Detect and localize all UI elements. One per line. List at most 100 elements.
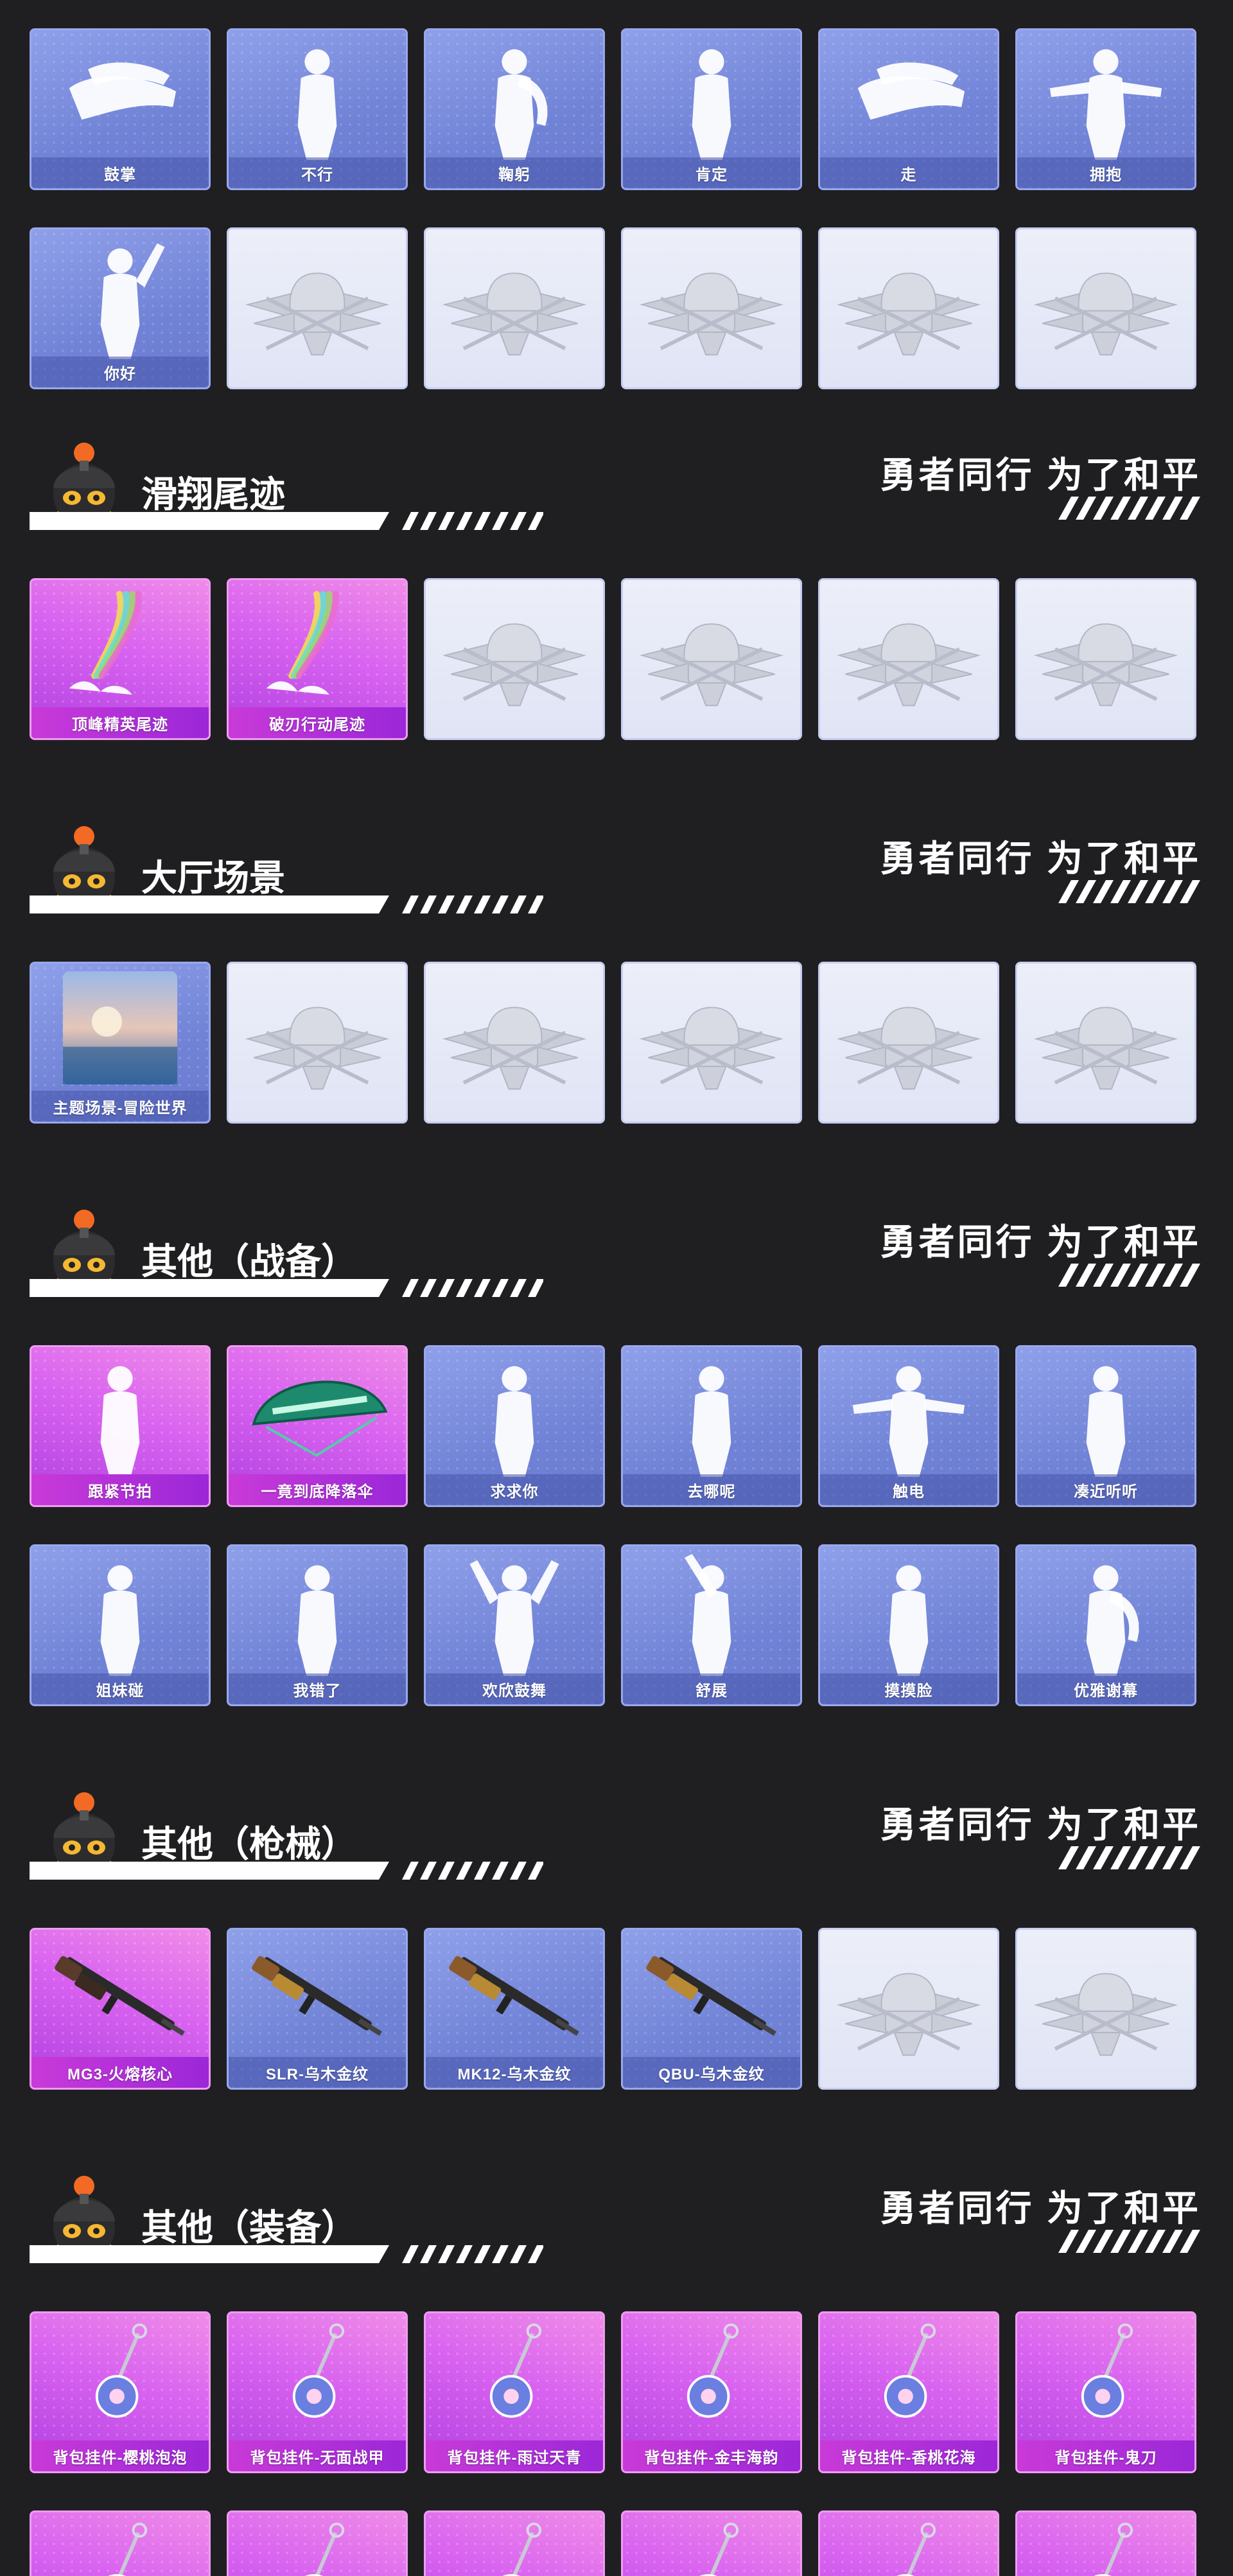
bag-charm-icon [292,2323,345,2418]
dance-figure-icon [100,1366,140,1477]
stretch-figure-icon [684,1553,731,1676]
placeholder-tile [621,578,802,740]
item-row: 你好 [30,227,1212,389]
item-tile[interactable]: 摸摸脸 [818,1544,999,1706]
item-label: 凑近听听 [1017,1474,1194,1505]
helmet-emblem-icon [1033,623,1178,707]
head-shake-icon [297,49,337,160]
item-tile[interactable]: 背包挂件-燕燕于飞 [621,2510,802,2576]
helmet-emblem-icon [245,1007,390,1090]
item-label: 摸摸脸 [820,1673,997,1704]
item-tile[interactable]: 一竟到底降落伞 [227,1345,408,1507]
rifle-icon [252,1956,382,2036]
item-row: 主题场景-冒险世界 [30,962,1212,1124]
item-row: 跟紧节拍 一竟到底降落伞 求求你 去哪呢 触电 凑近听听 [30,1345,1212,1507]
item-tile[interactable]: 背包挂件-云朵鹅 [30,2510,211,2576]
helmet-emblem-icon [639,623,784,707]
helmet-emblem-icon [836,623,981,707]
item-tile[interactable]: 鼓掌 [30,28,211,190]
item-tile[interactable]: 背包挂件-香桃花海 [818,2311,999,2473]
rifle-icon [449,1956,579,2036]
glide-trail-icon [69,590,142,695]
slogan-stripes [1058,1846,1200,1869]
item-row: 背包挂件-樱桃泡泡 背包挂件-无面战甲 背包挂件-雨过天青 背包挂件-金丰海韵 背包挂件… [30,2311,1212,2473]
item-row: 顶峰精英尾迹 破刃行动尾迹 [30,578,1212,740]
wave-hello-icon [100,243,165,359]
bag-charm-icon [896,2522,936,2576]
item-tile[interactable]: 背包挂件-鬼刀 [1015,2311,1196,2473]
item-tile[interactable]: 舒展 [621,1544,802,1706]
bag-charm-icon [884,2323,936,2418]
bow-icon [494,49,548,160]
item-label: 背包挂件-鬼刀 [1017,2440,1194,2471]
item-tile[interactable]: 肯定 [621,28,802,190]
item-label: 姐妹碰 [31,1673,209,1704]
item-tile[interactable]: 背包挂件-幻彩电音 [1015,2510,1196,2576]
item-tile[interactable]: 背包挂件-紫幽梦 [818,2510,999,2576]
item-label: 顶峰精英尾迹 [31,707,209,738]
placeholder-tile [818,962,999,1124]
clapping-hands-icon [69,62,177,120]
item-tile[interactable]: 我错了 [227,1544,408,1706]
bag-charm-icon [95,2323,148,2418]
item-tile[interactable]: 优雅谢幕 [1015,1544,1196,1706]
item-tile[interactable]: 跟紧节拍 [30,1345,211,1507]
helmet-emblem-icon [836,1973,981,2056]
bag-charm-icon [1094,2522,1133,2576]
item-tile[interactable]: 你好 [30,227,211,389]
item-row: 背包挂件-云朵鹅背包挂件-荒原烈焰背包挂件-你好鹅背包挂件-燕燕于飞背包挂件-紫… [30,2510,1212,2576]
item-label: 跟紧节拍 [31,1474,209,1505]
helmet-emblem-icon [1033,1007,1178,1090]
bag-charm-icon [305,2522,345,2576]
item-label: 肯定 [623,157,800,188]
item-tile[interactable]: 不行 [227,28,408,190]
item-label: SLR-乌木金纹 [229,2057,406,2088]
bag-charm-icon [489,2323,542,2418]
section-header: 其他（战备） 勇者同行 为了和平 [0,1194,1233,1310]
item-tile[interactable]: MK12-乌木金纹 [424,1928,605,2090]
item-tile[interactable]: MG3-火熔核心 [30,1928,211,2090]
placeholder-tile [1015,227,1196,389]
item-label: 去哪呢 [623,1474,800,1505]
slogan-text: 勇者同行 为了和平 [880,1804,1201,1845]
lobby-scene-icon [62,971,178,1085]
item-tile[interactable]: 背包挂件-无面战甲 [227,2311,408,2473]
item-tile[interactable]: 鞠躬 [424,28,605,190]
shrug-figure-icon [692,1366,731,1477]
placeholder-tile [621,962,802,1124]
item-tile[interactable]: 背包挂件-樱桃泡泡 [30,2311,211,2473]
item-tile[interactable]: 背包挂件-你好鹅 [424,2510,605,2576]
pointing-hand-icon [857,62,965,120]
placeholder-tile [1015,1928,1196,2090]
title-underline [30,512,543,530]
helmet-emblem-icon [442,1007,587,1090]
item-tile[interactable]: 背包挂件-金丰海韵 [621,2311,802,2473]
section-header: 大厅场景 勇者同行 为了和平 [0,811,1233,926]
item-tile[interactable]: SLR-乌木金纹 [227,1928,408,2090]
item-tile[interactable]: 凑近听听 [1015,1345,1196,1507]
item-tile[interactable]: 顶峰精英尾迹 [30,578,211,740]
item-tile[interactable]: 背包挂件-荒原烈焰 [227,2510,408,2576]
item-label: 欢欣鼓舞 [426,1673,603,1704]
item-tile[interactable]: 去哪呢 [621,1345,802,1507]
item-tile[interactable]: 走 [818,28,999,190]
item-tile[interactable]: 背包挂件-雨过天青 [424,2311,605,2473]
item-tile[interactable]: 拥抱 [1015,28,1196,190]
item-tile[interactable]: 姐妹碰 [30,1544,211,1706]
title-underline [30,895,543,913]
item-tile[interactable]: QBU-乌木金纹 [621,1928,802,2090]
item-tile[interactable]: 触电 [818,1345,999,1507]
item-label: 优雅谢幕 [1017,1673,1194,1704]
section-title: 其他（战备） [141,1241,357,1282]
glide-trail-icon [266,590,339,695]
item-label: MK12-乌木金纹 [426,2057,603,2088]
bag-charm-icon [502,2522,542,2576]
item-row: 姐妹碰 我错了 欢欣鼓舞 舒展 摸摸脸 优雅谢幕 [30,1544,1212,1706]
item-row: MG3-火熔核心 SLR-乌木金纹 MK12-乌木金纹 QBU-乌木金纹 [30,1928,1212,2090]
item-tile[interactable]: 破刃行动尾迹 [227,578,408,740]
item-tile[interactable]: 主题场景-冒险世界 [30,962,211,1124]
helmet-emblem-icon [836,272,981,356]
item-tile[interactable]: 求求你 [424,1345,605,1507]
item-tile[interactable]: 欢欣鼓舞 [424,1544,605,1706]
slogan-stripes [1058,880,1200,903]
